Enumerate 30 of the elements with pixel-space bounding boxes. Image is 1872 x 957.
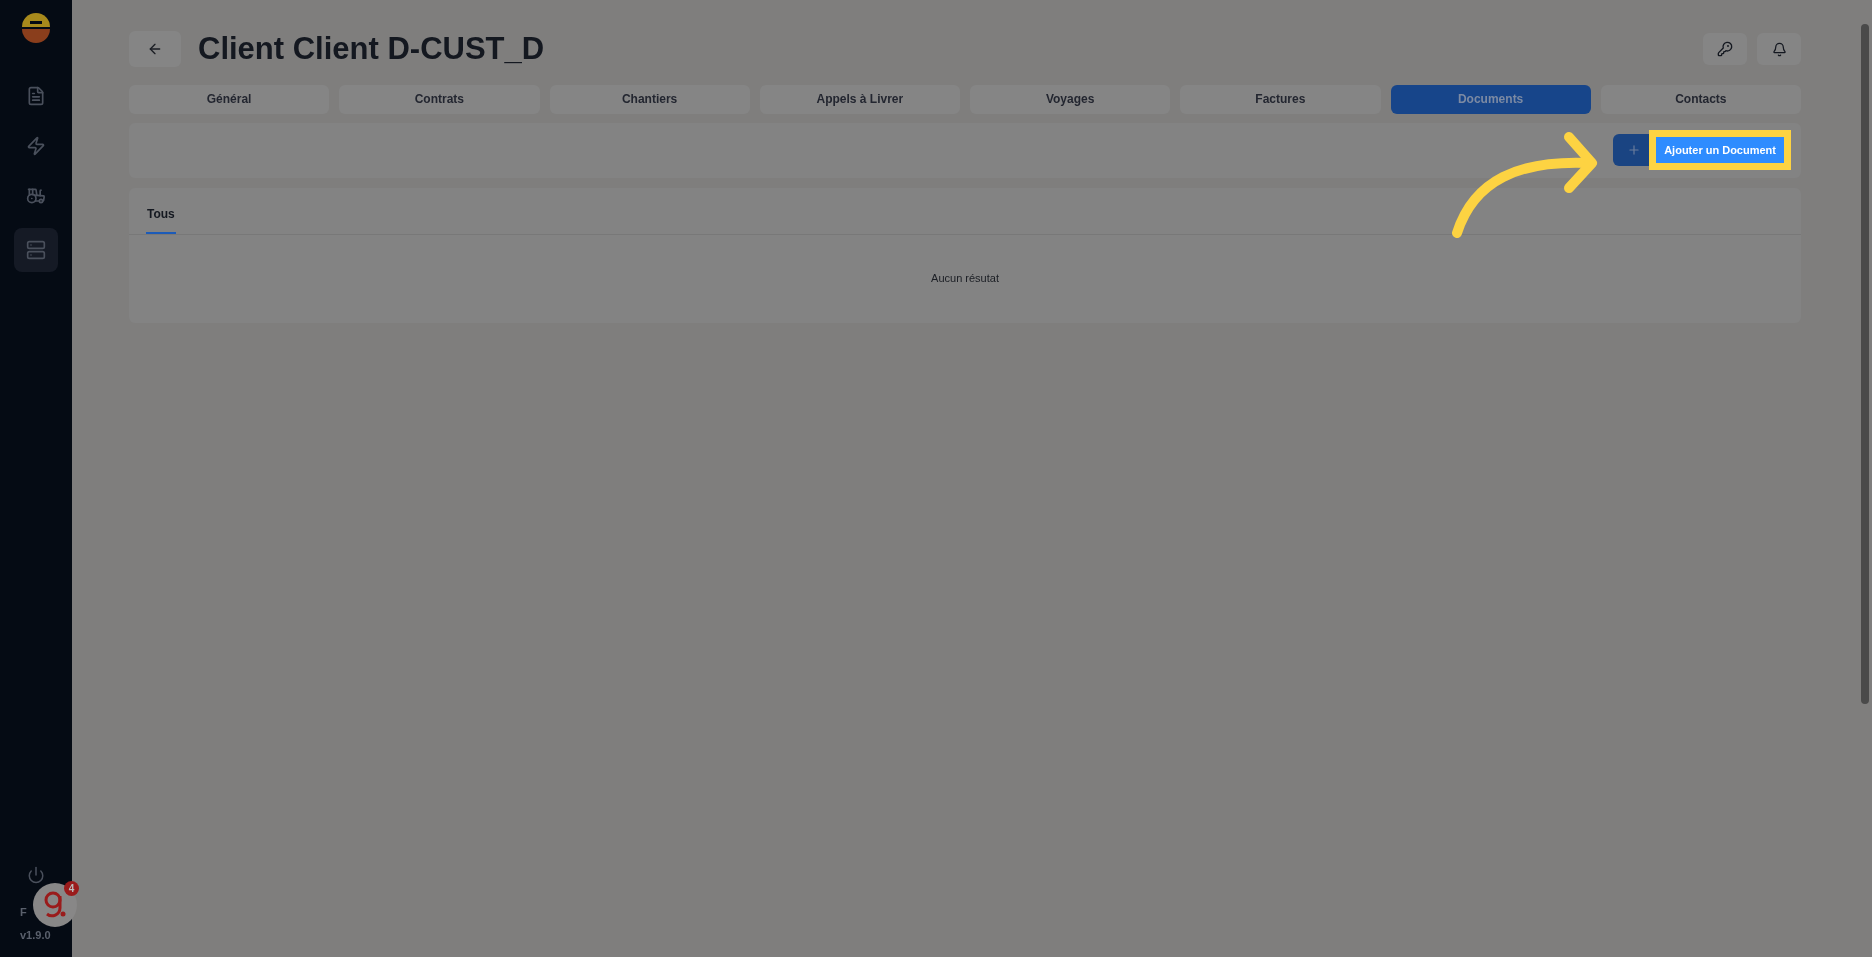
document-icon: [26, 86, 46, 106]
empty-message: Aucun résutat: [931, 271, 999, 287]
lightning-icon: [26, 136, 46, 156]
server-list-icon: [26, 240, 46, 260]
power-icon[interactable]: [27, 866, 45, 884]
notification-count: 4: [64, 881, 79, 896]
logo-icon: [20, 12, 52, 44]
tab[interactable]: Contacts: [1600, 84, 1801, 114]
tab[interactable]: Appels à Livrer: [759, 84, 960, 114]
tractor-icon: [26, 186, 46, 206]
bell-icon: [1771, 41, 1787, 57]
notifications-button[interactable]: [1757, 33, 1801, 66]
plus-icon: [1627, 143, 1642, 157]
key-icon: [1717, 41, 1733, 58]
tab[interactable]: Documents: [1390, 84, 1591, 114]
help-logo-icon: [43, 890, 67, 920]
filter-tab[interactable]: Tous: [146, 204, 176, 234]
add-document-button[interactable]: Ajouter un Document: [1656, 137, 1784, 164]
sidebar-item[interactable]: [14, 228, 58, 272]
page-title: Client Client D-CUST_D: [198, 30, 545, 68]
tab[interactable]: Voyages: [970, 84, 1171, 114]
tab[interactable]: Factures: [1180, 84, 1381, 114]
back-button[interactable]: [129, 31, 181, 68]
key-button[interactable]: [1703, 33, 1747, 66]
tab[interactable]: Général: [129, 84, 330, 114]
tab[interactable]: Chantiers: [549, 84, 750, 114]
help-widget[interactable]: 4: [33, 883, 77, 927]
tab[interactable]: Contrats: [339, 84, 540, 114]
version-label: v1.9.0: [20, 927, 51, 943]
language-label: F: [20, 905, 27, 920]
